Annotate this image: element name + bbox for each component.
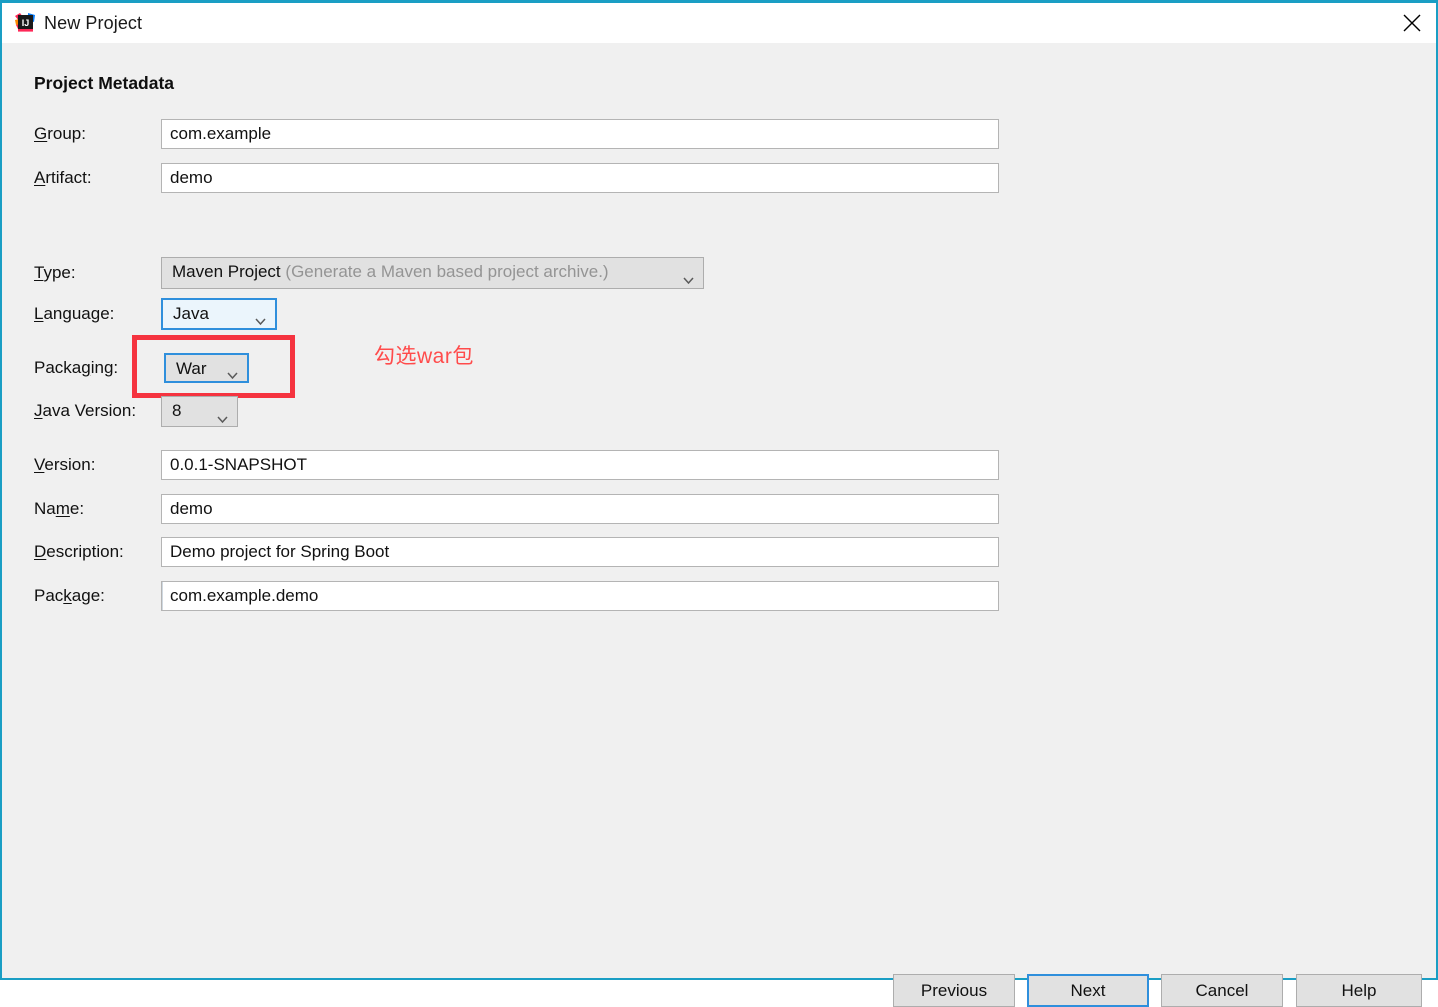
next-button[interactable]: Next — [1027, 974, 1149, 1007]
type-hint: (Generate a Maven based project archive.… — [285, 262, 609, 281]
svg-text:IJ: IJ — [22, 18, 30, 28]
java-version-value: 8 — [172, 401, 182, 420]
label-version: Version: — [34, 455, 96, 474]
dialog-content: Project Metadata Group: Artifact: Type: … — [2, 43, 1436, 1007]
language-dropdown[interactable]: Java — [161, 298, 277, 330]
chevron-down-icon — [683, 267, 694, 285]
label-java-version: Java Version: — [34, 401, 137, 420]
label-group: Group: — [34, 124, 86, 143]
package-input[interactable] — [161, 581, 999, 611]
new-project-dialog: IJ New Project Project Metadata Group: A… — [0, 0, 1438, 1007]
label-packaging: Packaging: — [34, 358, 119, 377]
artifact-input[interactable] — [161, 163, 999, 193]
label-type: Type: — [34, 263, 76, 282]
previous-button[interactable]: Previous — [893, 974, 1015, 1007]
annotation-note: 勾选war包 — [374, 345, 474, 368]
java-version-dropdown[interactable]: 8 — [161, 396, 238, 427]
dialog-title: New Project — [44, 13, 143, 33]
type-dropdown[interactable]: Maven Project (Generate a Maven based pr… — [161, 257, 704, 289]
label-name: Name: — [34, 499, 85, 518]
intellij-idea-icon: IJ — [14, 12, 36, 34]
chevron-down-icon — [255, 308, 266, 326]
name-input[interactable] — [161, 494, 999, 524]
label-description: Description: — [34, 542, 124, 561]
language-value: Java — [173, 304, 209, 323]
group-input[interactable] — [161, 119, 999, 149]
label-language: Language: — [34, 304, 115, 323]
cancel-button[interactable]: Cancel — [1161, 974, 1283, 1007]
chevron-down-icon — [217, 406, 228, 423]
version-input[interactable] — [161, 450, 999, 480]
annotation-highlight-rect — [132, 335, 295, 398]
close-icon[interactable] — [1388, 3, 1436, 41]
help-button[interactable]: Help — [1296, 974, 1422, 1007]
label-package: Package: — [34, 586, 105, 605]
description-input[interactable] — [161, 537, 999, 567]
type-value: Maven Project — [172, 262, 281, 281]
dialog-titlebar: IJ New Project — [2, 3, 1436, 44]
label-artifact: Artifact: — [34, 168, 92, 187]
page-title: Project Metadata — [34, 73, 175, 93]
